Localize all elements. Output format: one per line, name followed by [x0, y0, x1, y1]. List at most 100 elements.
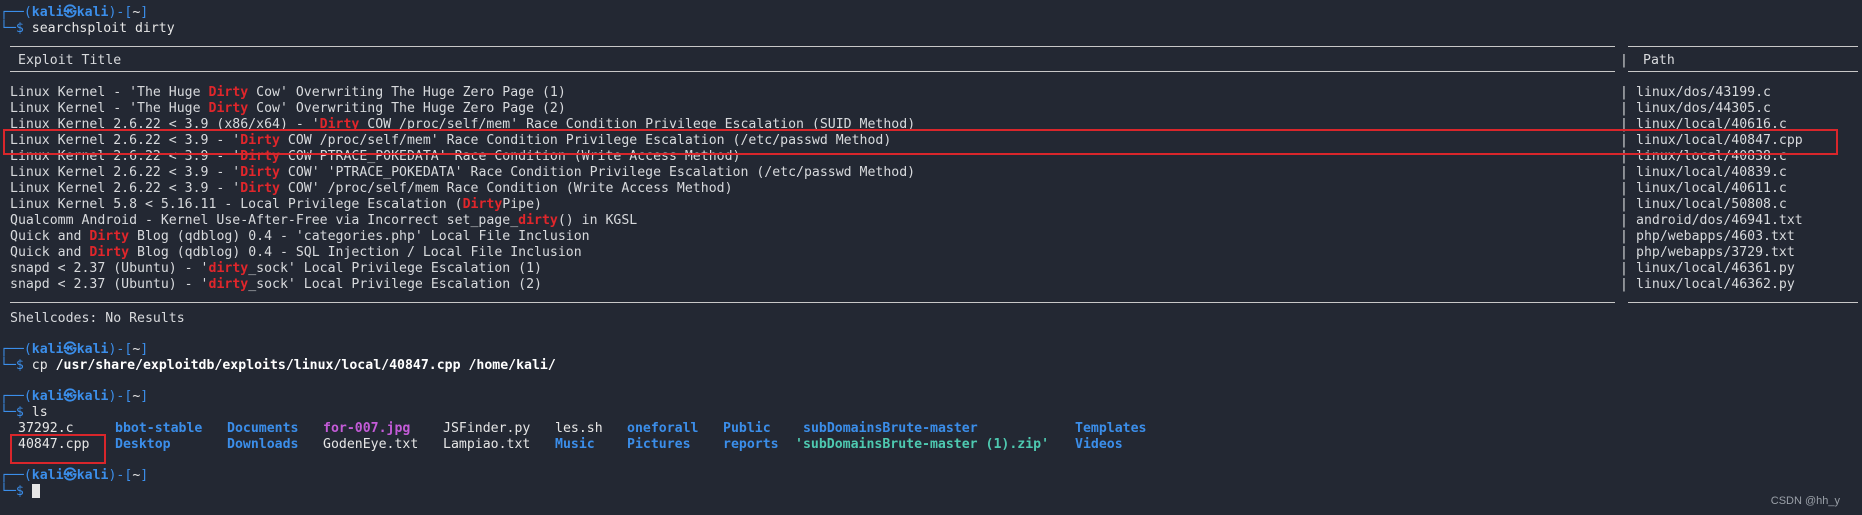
- search-match: Dirty: [240, 165, 280, 180]
- ls-item: 37292.c: [18, 421, 74, 436]
- exploit-title-text: Quick and: [10, 229, 90, 244]
- exploit-path: php/webapps/3729.txt: [1636, 245, 1795, 260]
- exploit-title-text: _sock' Local Privilege Escalation (2): [248, 277, 542, 292]
- command-text: ls: [31, 405, 48, 420]
- ls-item: Pictures: [627, 437, 691, 452]
- ls-item: 40847.cpp: [18, 437, 90, 452]
- column-separator: |: [1620, 133, 1628, 148]
- prompt-at-icon: ㉿: [63, 389, 77, 404]
- prompt-at-icon: ㉿: [63, 342, 77, 357]
- search-match: Dirty: [240, 181, 280, 196]
- exploit-title-text: Blog (qdblog) 0.4 - SQL Injection / Loca…: [129, 245, 582, 260]
- exploit-path: linux/dos/44305.c: [1636, 101, 1771, 116]
- exploit-title-text: Linux Kernel 2.6.22 < 3.9 - ': [10, 181, 241, 196]
- column-separator: |: [1620, 85, 1628, 100]
- column-separator: |: [1620, 261, 1628, 276]
- column-separator: |: [1620, 101, 1628, 116]
- ls-item: les.sh: [555, 421, 603, 436]
- exploit-path: php/webapps/4603.txt: [1636, 229, 1795, 244]
- exploit-title-text: COW PTRACE_POKEDATA' Race Condition (Wri…: [279, 149, 741, 164]
- column-separator: |: [1620, 165, 1628, 180]
- command-args: /usr/share/exploitdb/exploits/linux/loca…: [55, 358, 556, 373]
- ls-item: Videos: [1075, 437, 1123, 452]
- column-separator: |: [1620, 245, 1628, 260]
- prompt-user: kali: [31, 389, 64, 404]
- exploit-title-text: COW' /proc/self/mem Race Condition (Writ…: [279, 181, 733, 196]
- column-separator: |: [1620, 213, 1628, 228]
- command-line-2: └─$ cp /usr/share/exploitdb/exploits/lin…: [0, 358, 556, 373]
- column-header-title: Exploit Title: [18, 53, 122, 68]
- table-row: Linux Kernel - 'The Huge Dirty Cow' Over…: [10, 101, 566, 117]
- command-line-4[interactable]: └─$: [0, 484, 40, 500]
- ls-item: Templates: [1075, 421, 1147, 436]
- terminal-window[interactable]: ┌──(kali㉿kali)-[~] └─$ searchsploit dirt…: [0, 0, 1862, 515]
- ls-item: Documents: [227, 421, 299, 436]
- ls-item: GodenEye.txt: [323, 437, 419, 452]
- ls-item: for-007.jpg: [323, 421, 411, 436]
- shellcodes-result: Shellcodes: No Results: [10, 311, 185, 326]
- prompt-host: kali: [76, 342, 109, 357]
- prompt-at-icon: ㉿: [63, 5, 77, 20]
- exploit-title-text: COW /proc/self/mem' Race Condition Privi…: [359, 117, 916, 132]
- table-row: Linux Kernel 2.6.22 < 3.9 - 'Dirty COW' …: [10, 181, 733, 197]
- exploit-path: linux/local/46362.py: [1636, 277, 1795, 292]
- prompt-host: kali: [76, 5, 109, 20]
- table-row: Quick and Dirty Blog (qdblog) 0.4 - 'cat…: [10, 229, 590, 245]
- table-row: Qualcomm Android - Kernel Use-After-Free…: [10, 213, 637, 229]
- ls-item: reports: [723, 437, 779, 452]
- ls-item: Desktop: [115, 437, 171, 452]
- column-separator: |: [1620, 197, 1628, 212]
- table-rule: [10, 46, 1615, 47]
- ls-item: subDomainsBrute-master: [803, 421, 978, 436]
- column-header-path: Path: [1643, 53, 1675, 68]
- ls-item: Lampiao.txt: [443, 437, 531, 452]
- prompt-host: kali: [76, 468, 109, 483]
- column-separator: |: [1620, 117, 1628, 132]
- table-row: Linux Kernel - 'The Huge Dirty Cow' Over…: [10, 85, 566, 101]
- exploit-path: linux/dos/43199.c: [1636, 85, 1771, 100]
- exploit-path: linux/local/46361.py: [1636, 261, 1795, 276]
- ls-item: Music: [555, 437, 595, 452]
- column-separator: |: [1620, 229, 1628, 244]
- search-match: dirty: [518, 213, 558, 228]
- exploit-title-text: Cow' Overwriting The Huge Zero Page (1): [248, 85, 566, 100]
- prompt-line-3: ┌──(kali㉿kali)-[~]: [0, 389, 149, 404]
- search-match: Dirty: [240, 133, 280, 148]
- exploit-title-text: Linux Kernel 2.6.22 < 3.9 (x86/x64) - ': [10, 117, 320, 132]
- exploit-title-text: Qualcomm Android - Kernel Use-After-Free…: [10, 213, 519, 228]
- exploit-title-text: Cow' Overwriting The Huge Zero Page (2): [248, 101, 566, 116]
- search-match: dirty: [208, 261, 249, 276]
- exploit-title-text: COW /proc/self/mem' Race Condition Privi…: [279, 133, 892, 148]
- table-row: Linux Kernel 2.6.22 < 3.9 - 'Dirty COW /…: [10, 133, 891, 149]
- search-match: Dirty: [462, 197, 503, 212]
- prompt-dir: ~: [132, 389, 141, 404]
- watermark: CSDN @hh_y: [1770, 495, 1840, 507]
- exploit-title-text: snapd < 2.37 (Ubuntu) - ': [10, 277, 209, 292]
- exploit-title-text: Linux Kernel 2.6.22 < 3.9 - ': [10, 149, 241, 164]
- exploit-title-text: snapd < 2.37 (Ubuntu) - ': [10, 261, 209, 276]
- search-match: Dirty: [208, 101, 249, 116]
- table-row: Quick and Dirty Blog (qdblog) 0.4 - SQL …: [10, 245, 582, 261]
- table-row: snapd < 2.37 (Ubuntu) - 'dirty_sock' Loc…: [10, 261, 542, 277]
- exploit-title-text: Linux Kernel 2.6.22 < 3.9 - ': [10, 165, 241, 180]
- exploit-path: linux/local/40616.c: [1636, 117, 1787, 132]
- exploit-title-text: Blog (qdblog) 0.4 - 'categories.php' Loc…: [129, 229, 590, 244]
- search-match: Dirty: [319, 117, 360, 132]
- search-match: Dirty: [240, 149, 280, 164]
- exploit-title-text: () in KGSL: [557, 213, 638, 228]
- exploit-title-text: COW' 'PTRACE_POKEDATA' Race Condition Pr…: [279, 165, 916, 180]
- exploit-path: linux/local/40838.c: [1636, 149, 1787, 164]
- search-match: Dirty: [89, 245, 130, 260]
- text-cursor[interactable]: [31, 484, 40, 498]
- ls-item: JSFinder.py: [443, 421, 531, 436]
- command-line-3: └─$ ls: [0, 405, 48, 420]
- command-line-1: └─$ searchsploit dirty: [0, 21, 175, 36]
- ls-item: 'subDomainsBrute-master (1).zip': [795, 437, 1050, 452]
- command-verb: cp: [31, 358, 48, 373]
- table-rule: [10, 71, 1615, 72]
- exploit-title-text: Linux Kernel 2.6.22 < 3.9 - ': [10, 133, 241, 148]
- column-separator: |: [1620, 53, 1628, 68]
- table-row: Linux Kernel 2.6.22 < 3.9 - 'Dirty COW' …: [10, 165, 915, 181]
- table-rule: [10, 302, 1615, 303]
- prompt-dir: ~: [132, 468, 141, 483]
